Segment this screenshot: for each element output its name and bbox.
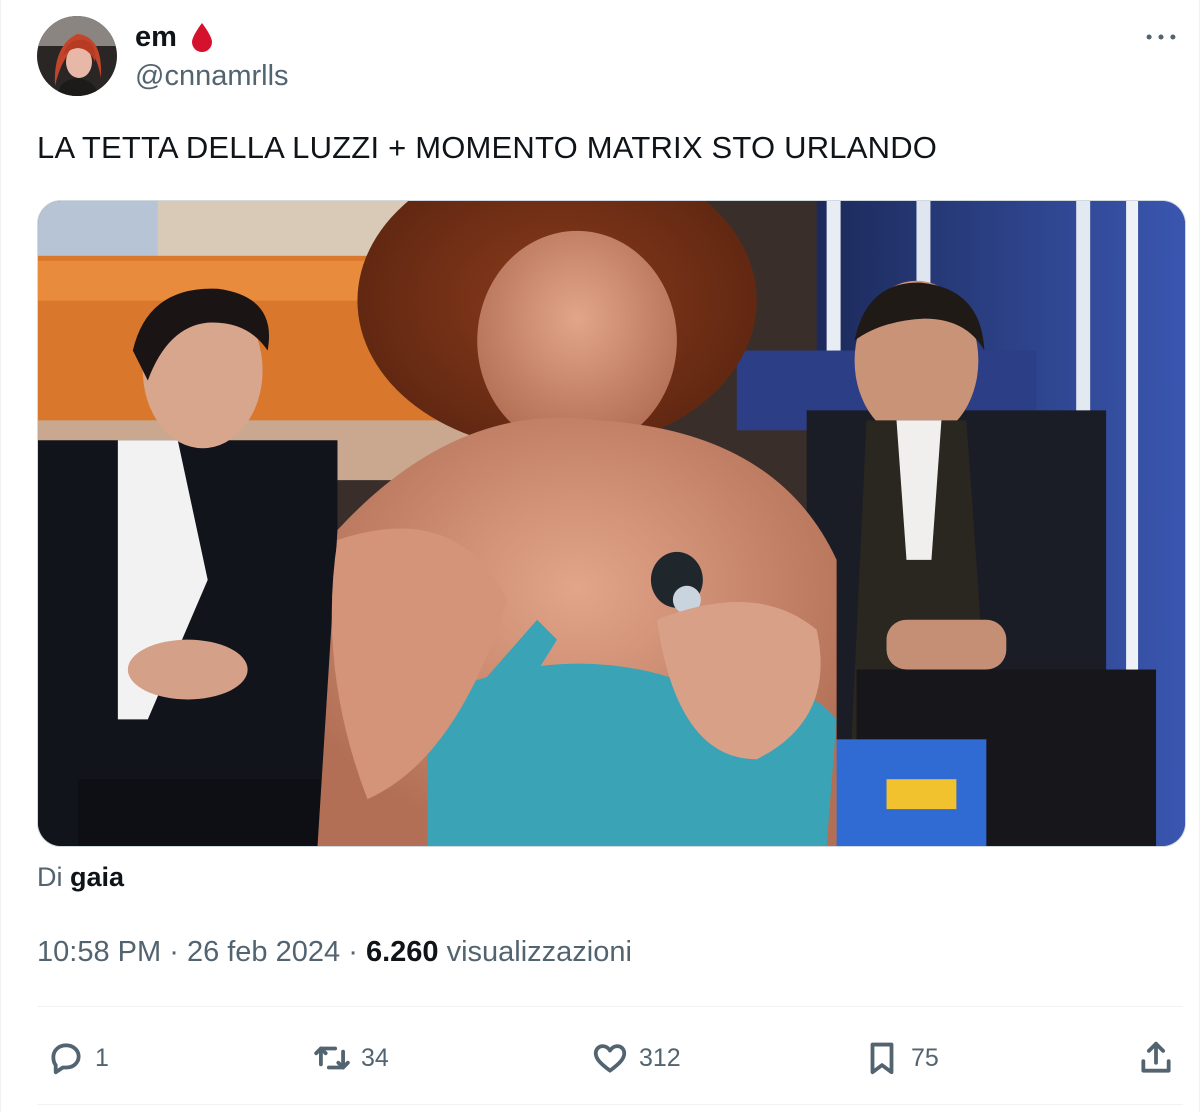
- author-display-name[interactable]: em: [135, 21, 177, 54]
- more-options-button[interactable]: [1141, 22, 1181, 52]
- views-label: visualizzazioni: [446, 936, 632, 968]
- reply-count: 1: [95, 1043, 109, 1072]
- reply-button[interactable]: 1: [47, 1030, 109, 1086]
- bottom-divider: [37, 1104, 1183, 1105]
- attribution-prefix: Di: [37, 862, 63, 892]
- heart-icon: [593, 1044, 627, 1073]
- tweet-date[interactable]: 26 feb 2024: [187, 936, 340, 968]
- action-bar: 1 34 312 75: [1, 1030, 1200, 1086]
- tweet-video[interactable]: [37, 200, 1186, 847]
- author-name-row[interactable]: em: [135, 20, 215, 54]
- meta-separator: ·: [169, 936, 179, 968]
- tweet-text: LA TETTA DELLA LUZZI + MOMENTO MATRIX ST…: [37, 130, 938, 165]
- media-attribution: Di gaia: [37, 862, 124, 893]
- attribution-name[interactable]: gaia: [70, 862, 124, 892]
- share-icon: [1141, 1041, 1171, 1073]
- bookmark-button[interactable]: 75: [863, 1030, 939, 1086]
- retweet-button[interactable]: 34: [313, 1030, 389, 1086]
- bookmark-count: 75: [911, 1043, 939, 1072]
- retweet-icon: [314, 1046, 350, 1070]
- video-frame: [38, 201, 1185, 846]
- divider: [37, 1006, 1183, 1007]
- meta-separator-2: ·: [348, 936, 358, 968]
- tweet-meta: 10:58 PM · 26 feb 2024 · 6.260 visualizz…: [37, 936, 632, 969]
- retweet-count: 34: [361, 1043, 389, 1072]
- tweet-card: em @cnnamrlls LA TETTA DELLA LUZZI + MOM…: [0, 0, 1200, 1112]
- reply-icon: [51, 1043, 81, 1075]
- like-count: 312: [639, 1043, 681, 1072]
- like-button[interactable]: 312: [591, 1030, 681, 1086]
- avatar[interactable]: [37, 16, 117, 96]
- more-dots-icon: [1146, 34, 1176, 40]
- blood-drop-icon: [189, 20, 215, 54]
- views-count: 6.260: [365, 936, 439, 968]
- author-handle[interactable]: @cnnamrlls: [135, 60, 289, 93]
- bookmark-icon: [870, 1042, 894, 1075]
- tweet-time[interactable]: 10:58 PM: [37, 936, 161, 968]
- share-button[interactable]: [1137, 1030, 1175, 1086]
- avatar-image: [37, 16, 117, 96]
